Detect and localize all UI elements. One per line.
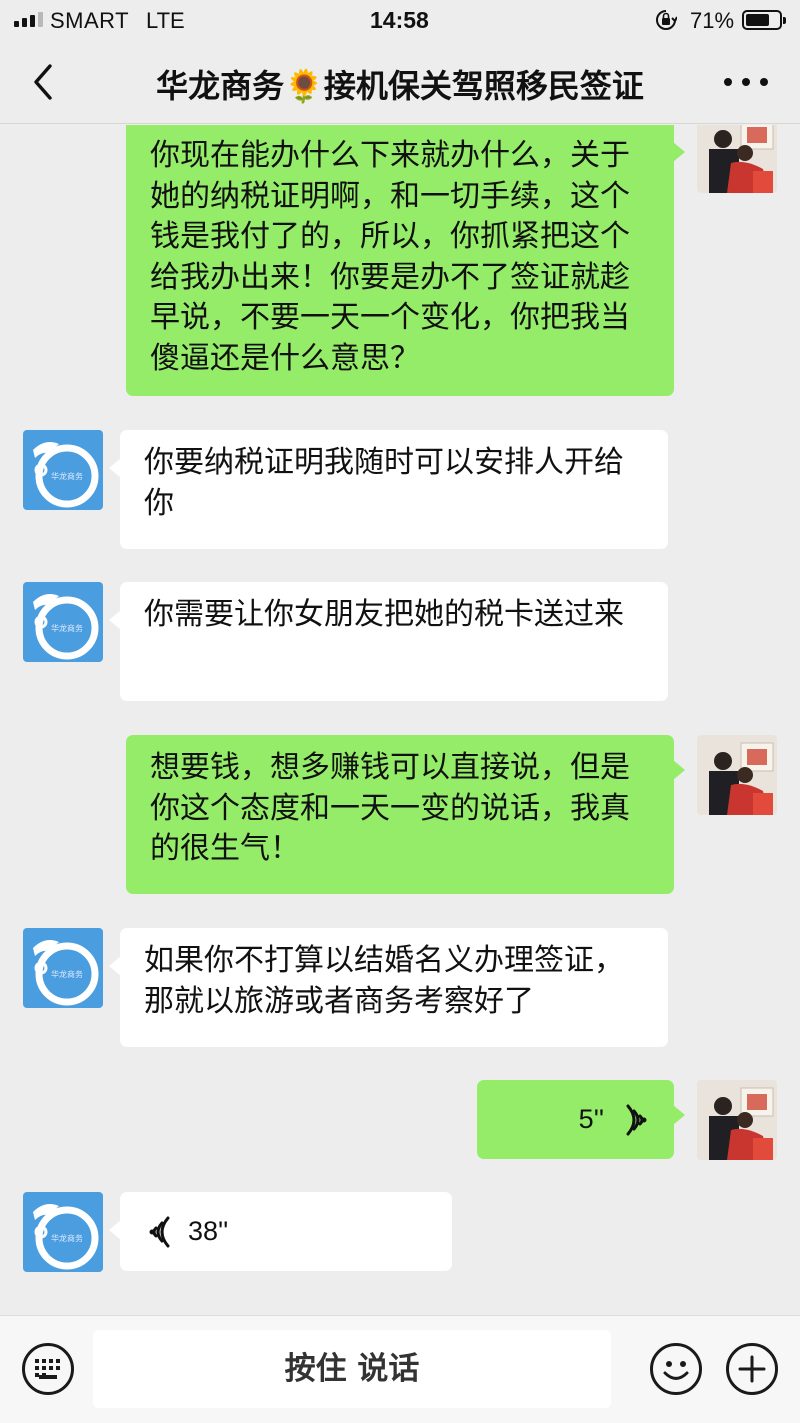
carrier-name: SMART — [50, 8, 130, 33]
message-text: 你现在能办什么下来就办什么，关于她的纳税证明啊，和一切手续，这个钱是我付了的，所… — [150, 138, 630, 376]
contact-message-bubble[interactable]: 你要纳税证明我随时可以安排人开给你 — [109, 430, 668, 549]
my-avatar[interactable] — [697, 735, 777, 815]
signal-strength-icon — [14, 12, 43, 27]
my-message-bubble[interactable]: 想要钱，想多赚钱可以直接说，但是你这个态度和一天一变的说话，我真的很生气！ — [126, 735, 685, 894]
voice-duration: 38'' — [188, 1216, 229, 1247]
network-type: LTE — [146, 8, 185, 33]
message-text: 想要钱，想多赚钱可以直接说，但是你这个态度和一天一变的说话，我真的很生气！ — [150, 750, 630, 866]
my-avatar[interactable] — [697, 125, 777, 193]
contact-avatar[interactable]: 华龙商务 — [23, 928, 103, 1008]
contact-message-bubble[interactable]: 如果你不打算以结婚名义办理签证，那就以旅游或者商务考察好了 — [109, 928, 668, 1047]
emoji-icon[interactable] — [650, 1343, 702, 1395]
more-dots-icon[interactable] — [724, 68, 768, 96]
chat-title: 华龙商务🌻接机保关驾照移民签证 — [156, 67, 644, 105]
chat-header: 华龙商务🌻接机保关驾照移民签证 — [0, 40, 800, 124]
contact-avatar[interactable]: 华龙商务 — [23, 582, 103, 662]
input-bar: 按住 说话 — [0, 1315, 800, 1423]
battery-percent: 71% — [690, 8, 735, 33]
chevron-left-icon[interactable] — [26, 60, 62, 104]
contact-voice-message[interactable]: 38'' — [109, 1192, 452, 1271]
plus-icon[interactable] — [726, 1343, 778, 1395]
avatar-logo-text: 华龙商务 — [51, 623, 83, 633]
keyboard-icon[interactable] — [22, 1343, 74, 1395]
message-text: 如果你不打算以结婚名义办理签证，那就以旅游或者商务考察好了 — [144, 943, 624, 1019]
message-text: 你要纳税证明我随时可以安排人开给你 — [144, 445, 624, 521]
hold-to-talk-button[interactable]: 按住 说话 — [93, 1330, 611, 1408]
my-voice-message[interactable]: 5'' — [477, 1080, 685, 1159]
contact-avatar[interactable]: 华龙商务 — [23, 1192, 103, 1272]
my-avatar[interactable] — [697, 1080, 777, 1160]
voice-wave-icon — [626, 1104, 647, 1135]
my-message-bubble[interactable]: 你现在能办什么下来就办什么，关于她的纳税证明啊，和一切手续，这个钱是我付了的，所… — [126, 125, 685, 396]
contact-message-bubble[interactable]: 你需要让你女朋友把她的税卡送过来 — [109, 582, 668, 701]
status-bar: SMART LTE 14:58 71% — [0, 0, 800, 40]
voice-wave-icon — [149, 1216, 170, 1247]
avatar-logo-text: 华龙商务 — [51, 969, 83, 979]
avatar-logo-text: 华龙商务 — [51, 471, 83, 481]
status-time: 14:58 — [370, 7, 429, 33]
voice-duration: 5'' — [578, 1104, 604, 1135]
message-list[interactable]: 你现在能办什么下来就办什么，关于她的纳税证明啊，和一切手续，这个钱是我付了的，所… — [0, 125, 800, 1315]
rotation-lock-icon — [656, 10, 677, 30]
battery-icon — [742, 10, 786, 30]
avatar-logo-text: 华龙商务 — [51, 1233, 83, 1243]
contact-avatar[interactable]: 华龙商务 — [23, 430, 103, 510]
message-text: 你需要让你女朋友把她的税卡送过来 — [144, 597, 624, 632]
